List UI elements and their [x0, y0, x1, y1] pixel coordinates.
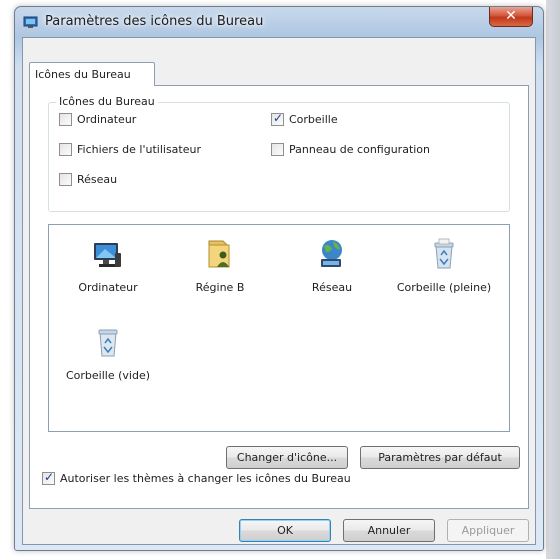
apply-button[interactable]: Appliquer — [447, 519, 529, 542]
item-label: Réseau — [311, 281, 353, 294]
close-icon: ✕ — [505, 8, 517, 24]
checkbox-box-checked[interactable] — [42, 470, 55, 485]
checkbox-label: Autoriser les thèmes à changer les icône… — [60, 472, 351, 485]
network-icon — [321, 240, 342, 267]
checkbox-control-panel[interactable]: Panneau de configuration — [271, 143, 430, 156]
item-label: Régine B — [195, 281, 245, 294]
list-item-user-folder[interactable]: Régine B — [165, 237, 275, 294]
list-item-computer[interactable]: Ordinateur — [53, 237, 163, 294]
restore-default-button[interactable]: Paramètres par défaut — [360, 446, 520, 469]
list-item-recycle-bin-empty[interactable]: Corbeille (vide) — [53, 325, 163, 382]
checkbox-user-files[interactable]: Fichiers de l'utilisateur — [59, 143, 201, 156]
checkbox-label: Ordinateur — [77, 113, 137, 126]
checkbox-recycle-bin[interactable]: Corbeille — [271, 111, 338, 126]
list-item-network[interactable]: Réseau — [277, 237, 387, 294]
close-button[interactable]: ✕ — [489, 7, 533, 27]
checkbox-box[interactable] — [59, 143, 72, 156]
tab-panel: Icônes du Bureau Ordinateur Corbeille Fi… — [29, 85, 529, 509]
checkbox-box-checked[interactable] — [271, 111, 284, 126]
checkbox-box[interactable] — [59, 173, 72, 186]
desktop-icon-list[interactable]: Ordinateur Régine B Réseau Corbeille (pl… — [48, 224, 510, 432]
window-title: Paramètres des icônes du Bureau — [45, 14, 264, 29]
dialog-client-area: Icônes du Bureau Icônes du Bureau Ordina… — [22, 37, 536, 545]
checkbox-box[interactable] — [59, 113, 72, 126]
item-label: Corbeille (pleine) — [396, 281, 492, 294]
user-folder-icon — [208, 240, 230, 268]
desktop-settings-icon — [23, 15, 39, 29]
item-label: Corbeille (vide) — [65, 369, 150, 382]
item-label: Ordinateur — [78, 281, 138, 294]
checkbox-box[interactable] — [271, 143, 284, 156]
desktop-icons-group: Icônes du Bureau Ordinateur Corbeille Fi… — [48, 95, 510, 212]
checkbox-computer[interactable]: Ordinateur — [59, 113, 136, 126]
checkbox-label: Fichiers de l'utilisateur — [77, 143, 202, 156]
ok-button[interactable]: OK — [239, 519, 331, 542]
checkbox-label: Réseau — [77, 173, 118, 186]
recycle-bin-empty-icon — [98, 329, 118, 357]
list-item-recycle-bin-full[interactable]: Corbeille (pleine) — [389, 237, 499, 294]
cancel-button[interactable]: Annuler — [343, 519, 435, 542]
checkbox-label: Panneau de configuration — [289, 143, 431, 156]
computer-icon — [94, 243, 121, 267]
checkbox-network[interactable]: Réseau — [59, 173, 117, 186]
group-title: Icônes du Bureau — [56, 95, 158, 108]
desktop-icon-settings-dialog: Paramètres des icônes du Bureau ✕ Icônes… — [14, 6, 544, 551]
background-strip — [546, 0, 560, 559]
change-icon-button[interactable]: Changer d'icône... — [226, 446, 348, 469]
allow-themes-checkbox[interactable]: Autoriser les thèmes à changer les icône… — [42, 470, 351, 485]
title-bar[interactable]: Paramètres des icônes du Bureau ✕ — [15, 7, 543, 37]
tab-desktop-icons[interactable]: Icônes du Bureau — [29, 62, 155, 86]
recycle-bin-full-icon — [434, 238, 454, 269]
checkbox-label: Corbeille — [289, 113, 338, 126]
